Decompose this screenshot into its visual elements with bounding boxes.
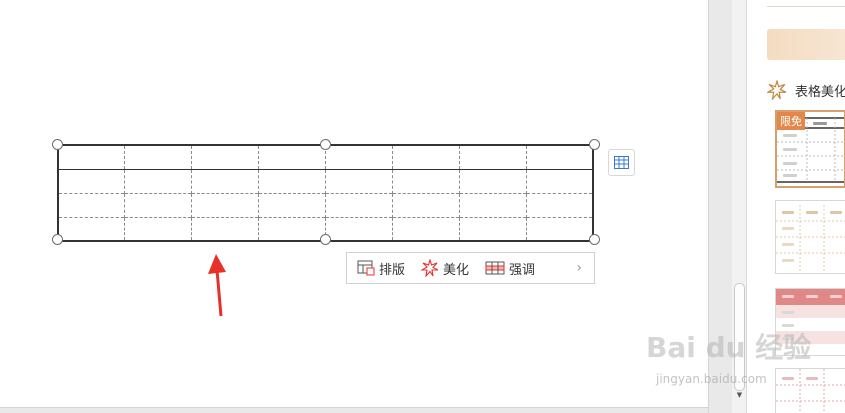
table-tools-button[interactable] [608,149,635,176]
table-cell[interactable] [258,216,326,242]
selected-table[interactable] [57,144,594,242]
table-cell[interactable] [391,216,460,242]
table-cell[interactable] [391,144,460,169]
chevron-right-icon[interactable]: › [576,260,582,276]
table-floating-toolbar: 排版 美化 强调 › [346,252,595,284]
beautify-button[interactable]: 美化 [421,256,469,280]
panel-banner[interactable] [767,29,845,60]
resize-handle-bottom-right[interactable] [589,234,600,245]
table-cell[interactable] [325,168,393,193]
resize-handle-top-left[interactable] [52,139,63,150]
table-cell[interactable] [124,144,192,169]
table-cell[interactable] [458,216,527,242]
table-cell[interactable] [258,192,326,217]
red-arrow-annotation [208,254,226,317]
table-cell[interactable] [191,216,259,242]
table-cell[interactable] [191,192,259,217]
table-style-preview [776,205,845,271]
layout-label: 排版 [379,262,406,278]
table-cell[interactable] [191,168,259,193]
table-cell[interactable] [458,192,527,217]
resize-handle-bottom-left[interactable] [52,234,63,245]
table-cell[interactable] [525,144,594,169]
table-style-thumbnail[interactable] [775,200,845,274]
watermark-url: jingyan.baidu.com [656,372,767,386]
table-cell[interactable] [258,144,326,169]
table-cell[interactable] [458,144,527,169]
table-icon [614,156,629,169]
beautify-label: 美化 [443,262,470,278]
resize-handle-bottom-center[interactable] [320,234,331,245]
sparkle-icon [421,259,439,277]
table-style-preview [776,369,845,413]
sparkle-icon [767,80,787,100]
resize-handle-top-center[interactable] [320,139,331,150]
table-cell[interactable] [525,216,594,242]
app-window: 排版 美化 强调 › ▼ 表格美化 限免 Bai du 经验 jingyan.b… [0,0,845,413]
table-cell[interactable] [124,168,192,193]
table-cell[interactable] [325,216,393,242]
emphasize-button[interactable]: 强调 [485,256,535,280]
table-cell[interactable] [525,168,594,193]
layout-button[interactable]: 排版 [357,256,405,280]
canvas-bottom-margin [0,407,708,413]
panel-heading: 表格美化 [767,80,845,100]
table-layout-icon [357,260,375,276]
table-row [57,192,594,217]
table-emphasize-icon [485,261,505,275]
table-cell[interactable] [391,168,460,193]
watermark-logo: Bai du 经验 [646,331,812,364]
panel-divider [767,6,845,7]
table-cell[interactable] [57,216,125,242]
table-style-thumbnail[interactable] [775,368,845,413]
emphasize-label: 强调 [509,262,536,278]
table-cell[interactable] [57,192,125,217]
table-cell[interactable] [258,168,326,193]
table-style-thumbnail[interactable]: 限免 [775,110,845,188]
table-cell[interactable] [525,192,594,217]
table-cell[interactable] [124,216,192,242]
table-cell[interactable] [325,192,393,217]
table-cell[interactable] [57,168,125,193]
resize-handle-top-right[interactable] [589,139,600,150]
table-row [57,168,594,193]
panel-heading-text: 表格美化 [795,84,845,100]
table-cell[interactable] [191,144,259,169]
table-cell[interactable] [124,192,192,217]
table-grid[interactable] [57,144,594,242]
table-cell[interactable] [325,144,393,169]
table-cell[interactable] [391,192,460,217]
free-badge: 限免 [777,112,805,130]
scroll-down-icon[interactable]: ▼ [735,391,744,399]
table-cell[interactable] [458,168,527,193]
table-cell[interactable] [57,144,125,169]
